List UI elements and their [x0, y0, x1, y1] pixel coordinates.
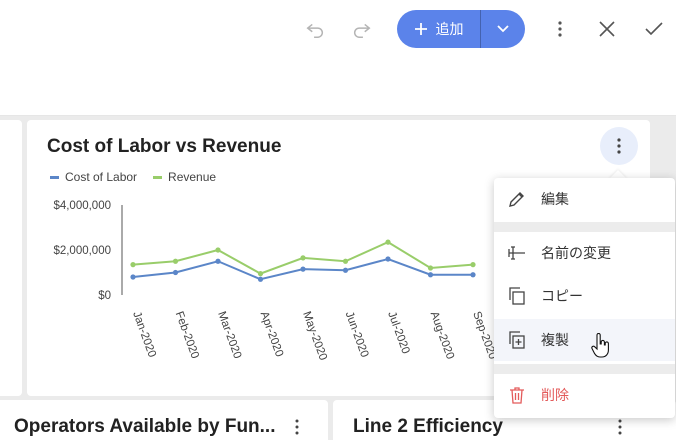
menu-item-label: コピー: [541, 288, 583, 304]
card-menu-button-line2[interactable]: [610, 415, 630, 439]
add-button[interactable]: 追加: [397, 10, 480, 48]
copy-icon: [509, 287, 525, 305]
menu-item-label: 削除: [541, 387, 569, 403]
legend-swatch: [153, 175, 163, 179]
pencil-icon: [509, 192, 524, 207]
x-tick-label: Feb-2020: [173, 310, 201, 360]
y-tick-label: $4,000,000: [53, 200, 111, 212]
data-point: [470, 272, 476, 278]
menu-item-edit[interactable]: 編集: [494, 178, 675, 220]
redo-icon: [354, 23, 371, 38]
menu-divider: [494, 222, 675, 232]
data-point: [257, 276, 264, 282]
menu-item-rename[interactable]: 名前の変更: [494, 232, 675, 274]
legend-label: Revenue: [168, 170, 217, 184]
x-tick-label: Sep-2020: [470, 310, 497, 361]
data-point: [342, 267, 349, 273]
add-button-label: 追加: [435, 21, 464, 37]
data-point: [172, 269, 179, 276]
card-title-operators: Operators Available by Fun...: [14, 416, 276, 437]
y-tick-label: $2,000,000: [53, 245, 111, 257]
trash-icon: [510, 387, 524, 404]
toolbar: 追加: [0, 0, 676, 116]
data-point: [257, 271, 264, 277]
add-dropdown-button[interactable]: [481, 10, 525, 48]
legend-item-cost-of-labor: Cost of Labor: [50, 170, 137, 184]
data-point: [385, 256, 391, 262]
data-point: [130, 274, 136, 280]
menu-item-copy[interactable]: コピー: [494, 275, 675, 317]
rename-icon: [508, 246, 525, 260]
data-point: [427, 272, 434, 278]
data-point: [300, 266, 306, 272]
data-point: [130, 262, 136, 268]
undo-button[interactable]: [300, 14, 330, 44]
dashboard-card-left: [0, 120, 22, 396]
line-chart: $4,000,000 $2,000,000 $0 Jan-2020 Feb-2020 Ma…: [53, 200, 497, 362]
menu-item-duplicate[interactable]: 複製: [494, 319, 675, 361]
card-menu-button-operators[interactable]: [287, 415, 307, 439]
data-point: [342, 258, 349, 264]
duplicate-icon: [509, 331, 525, 349]
close-button[interactable]: [592, 14, 622, 44]
redo-button[interactable]: [347, 14, 377, 44]
more-vert-icon: [558, 21, 562, 37]
data-point: [215, 258, 221, 264]
menu-item-label: 編集: [541, 191, 569, 207]
close-icon: [599, 21, 615, 37]
add-split-button: 追加: [397, 10, 525, 48]
x-tick-label: Apr-2020: [258, 310, 285, 359]
x-tick-label: Mar-2020: [215, 310, 243, 360]
menu-item-label: 名前の変更: [541, 245, 611, 261]
legend-label: Cost of Labor: [65, 170, 138, 184]
more-options-button[interactable]: [545, 14, 575, 44]
data-point: [470, 262, 476, 268]
x-tick-label: Jul-2020: [385, 310, 411, 356]
data-point: [172, 258, 179, 264]
undo-icon: [306, 23, 323, 38]
menu-item-label: 複製: [541, 332, 569, 348]
x-tick-label: Jun-2020: [343, 310, 371, 359]
x-tick-label: Aug-2020: [428, 310, 456, 361]
card-title-line2: Line 2 Efficiency: [353, 416, 503, 437]
more-vert-icon: [295, 419, 299, 435]
check-icon: [645, 22, 663, 36]
chart-legend: Cost of Labor Revenue: [50, 170, 216, 184]
confirm-button[interactable]: [639, 14, 669, 44]
data-point: [215, 247, 221, 253]
hand-cursor-icon: [591, 333, 609, 358]
x-tick-label: Jan-2020: [130, 310, 158, 359]
card-menu-button[interactable]: [600, 127, 638, 165]
x-tick-label: May-2020: [300, 310, 329, 362]
data-point: [300, 255, 306, 261]
legend-item-revenue: Revenue: [153, 170, 216, 184]
card-title: Cost of Labor vs Revenue: [47, 136, 282, 157]
data-point: [427, 265, 434, 271]
chevron-down-icon: [497, 25, 509, 33]
menu-divider: [494, 364, 675, 374]
legend-swatch: [50, 175, 59, 179]
more-vert-icon: [618, 419, 622, 435]
data-point: [385, 239, 391, 245]
card-context-menu: 編集 名前の変更 コピー 複製 削除: [494, 178, 675, 418]
plus-icon: [414, 23, 427, 35]
menu-item-delete[interactable]: 削除: [494, 374, 675, 416]
y-tick-label: $0: [98, 290, 111, 302]
more-vert-icon: [617, 138, 621, 154]
